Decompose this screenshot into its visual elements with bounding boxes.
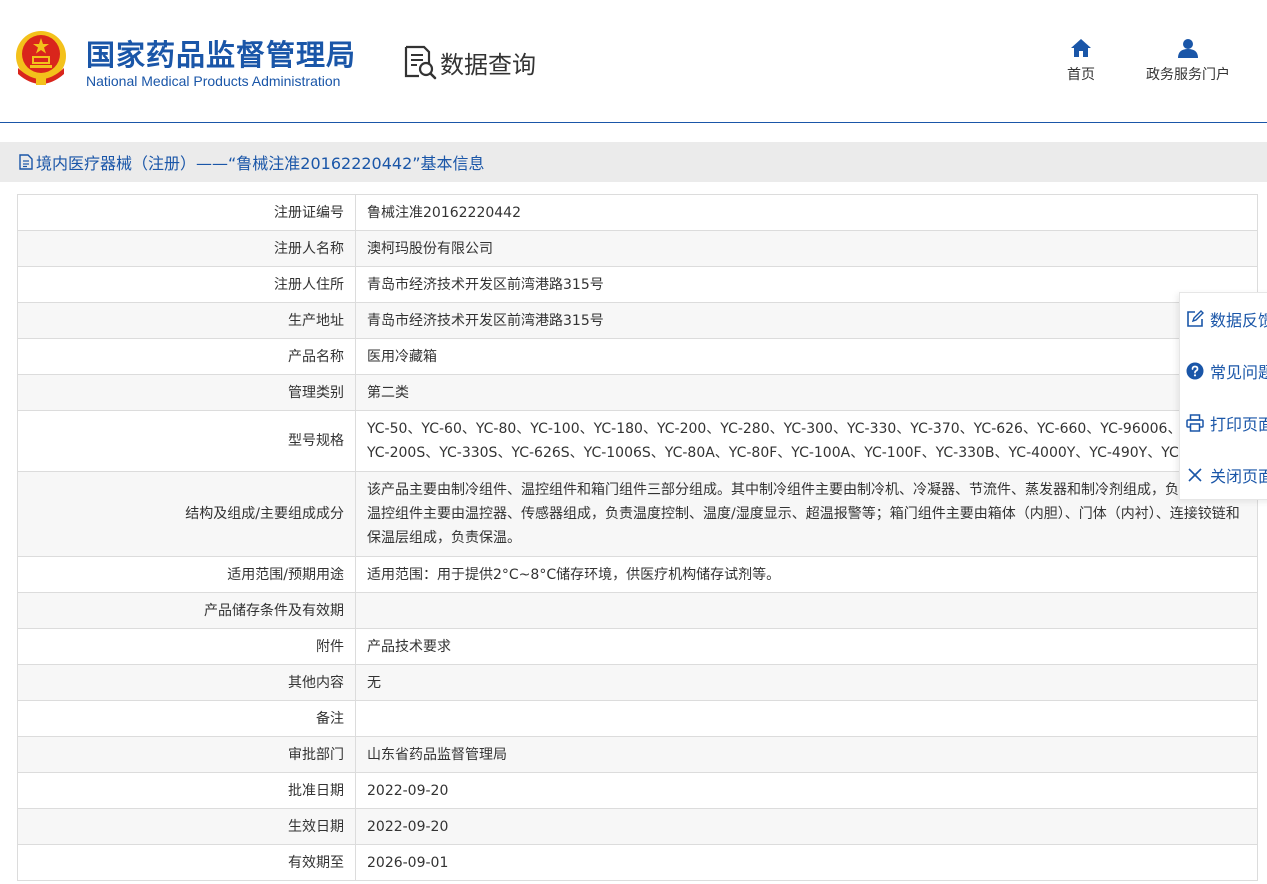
row-label: 结构及组成/主要组成成分 xyxy=(17,471,356,557)
row-label: 注册人名称 xyxy=(17,230,356,267)
section-title-text: 数据查询 xyxy=(440,50,536,79)
document-search-icon xyxy=(404,45,437,80)
table-row: 批准日期 2022-09-20 xyxy=(17,772,1258,809)
faq-button[interactable]: 常见问题 xyxy=(1186,357,1267,385)
row-value: 适用范围：用于提供2°C~8°C储存环境，供医疗机构储存试剂等。 xyxy=(355,556,1258,593)
row-value: 产品技术要求 xyxy=(355,628,1258,665)
nav-home-label: 首页 xyxy=(1067,67,1095,83)
row-label: 注册人住所 xyxy=(17,266,356,303)
table-row: 其他内容 无 xyxy=(17,664,1258,701)
row-label: 注册证编号 xyxy=(17,194,356,231)
user-icon xyxy=(1178,39,1198,58)
device-info-table: 注册证编号 鲁械注准20162220442 注册人名称 澳柯玛股份有限公司 注册… xyxy=(17,194,1258,881)
row-value: 山东省药品监督管理局 xyxy=(355,736,1258,773)
nav-home-link[interactable]: 首页 xyxy=(1060,38,1102,84)
nav-portal-link[interactable]: 政务服务门户 xyxy=(1140,38,1236,84)
row-label: 有效期至 xyxy=(17,844,356,881)
header-divider xyxy=(0,122,1267,123)
table-row: 备注 xyxy=(17,700,1258,737)
row-label: 管理类别 xyxy=(17,374,356,411)
feedback-label: 数据反馈 xyxy=(1210,311,1267,330)
row-value xyxy=(355,700,1258,737)
row-label: 备注 xyxy=(17,700,356,737)
row-label: 其他内容 xyxy=(17,664,356,701)
brand-name-cn: 国家药品监督管理局 xyxy=(86,38,357,72)
help-icon xyxy=(1186,362,1204,380)
table-row: 产品储存条件及有效期 xyxy=(17,592,1258,629)
feedback-button[interactable]: 数据反馈 xyxy=(1186,305,1267,333)
print-label: 打印页面 xyxy=(1210,415,1267,434)
row-value: 2026-09-01 xyxy=(355,844,1258,881)
row-value: 无 xyxy=(355,664,1258,701)
section-title: 数据查询 xyxy=(402,44,536,80)
nav-portal-label: 政务服务门户 xyxy=(1146,67,1230,83)
row-value: 2022-09-20 xyxy=(355,772,1258,809)
table-row: 注册人住所 青岛市经济技术开发区前湾港路315号 xyxy=(17,266,1258,303)
row-value: 第二类 xyxy=(355,374,1258,411)
close-icon xyxy=(1188,468,1202,482)
table-row: 生效日期 2022-09-20 xyxy=(17,808,1258,845)
row-label: 产品储存条件及有效期 xyxy=(17,592,356,629)
row-label: 型号规格 xyxy=(17,410,356,472)
table-row: 审批部门 山东省药品监督管理局 xyxy=(17,736,1258,773)
row-label: 审批部门 xyxy=(17,736,356,773)
row-label: 产品名称 xyxy=(17,338,356,375)
row-label: 生产地址 xyxy=(17,302,356,339)
table-row: 注册证编号 鲁械注准20162220442 xyxy=(17,194,1258,231)
national-emblem-icon xyxy=(16,31,66,85)
row-label: 生效日期 xyxy=(17,808,356,845)
document-icon xyxy=(19,154,33,170)
page-title-bar: 境内医疗器械（注册）——“鲁械注准20162220442”基本信息 xyxy=(0,142,1267,182)
close-page-label: 关闭页面 xyxy=(1210,467,1267,486)
table-row: 附件 产品技术要求 xyxy=(17,628,1258,665)
row-value: YC-50、YC-60、YC-80、YC-100、YC-180、YC-200、Y… xyxy=(355,410,1258,472)
edit-icon xyxy=(1187,310,1204,327)
brand-name-en: National Medical Products Administration xyxy=(86,73,341,89)
row-label: 附件 xyxy=(17,628,356,665)
printer-icon xyxy=(1186,414,1204,432)
row-value: 澳柯玛股份有限公司 xyxy=(355,230,1258,267)
row-value: 青岛市经济技术开发区前湾港路315号 xyxy=(355,266,1258,303)
table-row: 适用范围/预期用途 适用范围：用于提供2°C~8°C储存环境，供医疗机构储存试剂… xyxy=(17,556,1258,593)
page-title: 境内医疗器械（注册）——“鲁械注准20162220442”基本信息 xyxy=(36,154,485,173)
site-header: 国家药品监督管理局 National Medical Products Admi… xyxy=(0,0,1267,124)
print-button[interactable]: 打印页面 xyxy=(1186,409,1267,437)
row-value xyxy=(355,592,1258,629)
row-label: 适用范围/预期用途 xyxy=(17,556,356,593)
table-row: 结构及组成/主要组成成分 该产品主要由制冷组件、温控组件和箱门组件三部分组成。其… xyxy=(17,471,1258,557)
faq-label: 常见问题 xyxy=(1210,363,1267,382)
row-label: 批准日期 xyxy=(17,772,356,809)
table-row: 管理类别 第二类 xyxy=(17,374,1258,411)
side-tool-panel: 数据反馈 常见问题 打印页面 关闭页面 xyxy=(1179,292,1267,500)
row-value: 鲁械注准20162220442 xyxy=(355,194,1258,231)
table-row: 生产地址 青岛市经济技术开发区前湾港路315号 xyxy=(17,302,1258,339)
row-value: 该产品主要由制冷组件、温控组件和箱门组件三部分组成。其中制冷组件主要由制冷机、冷… xyxy=(355,471,1258,557)
close-page-button[interactable]: 关闭页面 xyxy=(1186,461,1267,489)
table-row: 注册人名称 澳柯玛股份有限公司 xyxy=(17,230,1258,267)
table-row: 产品名称 医用冷藏箱 xyxy=(17,338,1258,375)
row-value: 2022-09-20 xyxy=(355,808,1258,845)
home-icon xyxy=(1071,39,1091,57)
row-value: 医用冷藏箱 xyxy=(355,338,1258,375)
table-row: 型号规格 YC-50、YC-60、YC-80、YC-100、YC-180、YC-… xyxy=(17,410,1258,472)
table-row: 有效期至 2026-09-01 xyxy=(17,844,1258,881)
row-value: 青岛市经济技术开发区前湾港路315号 xyxy=(355,302,1258,339)
